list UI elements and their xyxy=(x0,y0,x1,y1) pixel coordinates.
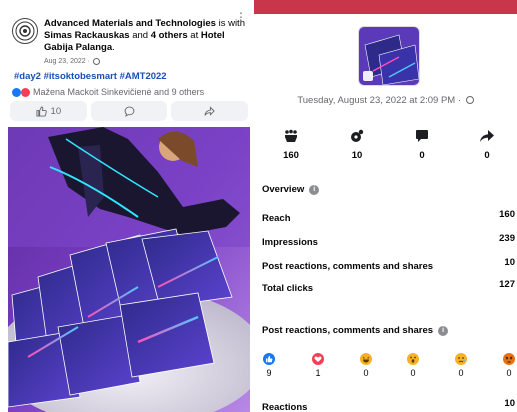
wow-reaction-icon xyxy=(407,353,419,365)
metric-label: Post reactions, comments and shares xyxy=(262,261,434,272)
hashtags-link[interactable]: #day2 #itsoktobesmart #AMT2022 xyxy=(14,71,167,82)
overview-title: Overview xyxy=(262,184,305,195)
tagged-person-link[interactable]: Simas Rackauskas xyxy=(44,30,130,41)
reactions-total: 10 xyxy=(504,398,515,409)
stat-comments-value: 0 xyxy=(419,150,425,161)
engagement-icon xyxy=(337,128,377,144)
reaction-sad: 0 xyxy=(449,353,473,378)
stat-reach: 160 xyxy=(271,128,311,161)
info-icon[interactable]: i xyxy=(438,325,449,336)
like-reaction-icon xyxy=(263,353,275,365)
reaction-angry: 0 xyxy=(497,353,517,378)
metric-total-clicks: Total clicks 127 xyxy=(262,279,517,297)
post-thumbnail[interactable] xyxy=(358,26,420,86)
comment-bubble-icon xyxy=(402,128,442,144)
metric-value: 127 xyxy=(499,279,515,290)
facebook-post: Advanced Materials and Technologies is w… xyxy=(0,0,254,412)
screenshot-root: Advanced Materials and Technologies is w… xyxy=(0,0,517,412)
info-icon[interactable]: i xyxy=(309,184,320,195)
breakdown-heading: Post reactions, comments and shares i xyxy=(262,325,449,336)
love-reaction-icon xyxy=(312,353,324,365)
overview-heading: Overview i xyxy=(262,184,320,195)
metric-impressions: Impressions 239 xyxy=(262,233,517,251)
reaction-love-count: 1 xyxy=(315,368,321,378)
metric-label: Impressions xyxy=(262,237,318,248)
reaction-sad-count: 0 xyxy=(458,368,464,378)
share-arrow-icon xyxy=(467,128,507,144)
metric-post-reactions: Post reactions, comments and shares 10 xyxy=(262,257,517,275)
at-text: at xyxy=(187,30,201,41)
metric-value: 10 xyxy=(504,257,515,268)
author-name-link[interactable]: Advanced Materials and Technologies xyxy=(44,18,216,29)
comment-button[interactable] xyxy=(90,101,168,121)
reaction-wow: 0 xyxy=(401,353,425,378)
love-reaction-mini-icon xyxy=(21,87,30,97)
metric-value: 160 xyxy=(499,209,515,220)
reaction-wow-count: 0 xyxy=(410,368,416,378)
metric-reactions: Reactions 10 xyxy=(262,398,517,412)
sad-reaction-icon xyxy=(455,353,467,365)
reaction-love: 1 xyxy=(306,353,330,378)
post-insights-panel: Tuesday, August 23, 2022 at 2:09 PM · 16… xyxy=(254,0,517,412)
reactors-text: Mažena Mackoit Sinkevičienė and 9 others xyxy=(33,87,205,97)
insight-datetime-text: Tuesday, August 23, 2022 at 2:09 PM · xyxy=(297,95,462,106)
stat-engagement: 10 xyxy=(337,128,377,161)
more-options-icon[interactable]: ⋮ xyxy=(235,11,248,23)
stat-shares-value: 0 xyxy=(484,150,490,161)
stat-comments: 0 xyxy=(402,128,442,161)
others-link[interactable]: 4 others xyxy=(151,30,188,41)
like-icon xyxy=(36,105,47,117)
reaction-haha-count: 0 xyxy=(363,368,369,378)
comment-icon xyxy=(124,106,134,117)
metric-reach: Reach 160 xyxy=(262,209,517,227)
post-author-line: Advanced Materials and Technologies is w… xyxy=(44,18,248,54)
post-actions: 10 xyxy=(10,101,249,121)
share-icon xyxy=(204,105,215,116)
like-count: 10 xyxy=(50,105,62,117)
like-button[interactable]: 10 xyxy=(10,101,87,121)
reactions-label: Reactions xyxy=(262,402,308,412)
share-button[interactable] xyxy=(171,101,249,121)
haha-reaction-icon xyxy=(360,353,372,365)
header-accent-bar xyxy=(254,0,517,14)
reaction-like-count: 9 xyxy=(266,368,272,378)
breakdown-title: Post reactions, comments and shares xyxy=(262,325,434,336)
reaction-angry-count: 0 xyxy=(506,368,512,378)
stat-shares: 0 xyxy=(467,128,507,161)
period-text: . xyxy=(112,42,115,53)
reactors-summary[interactable]: Mažena Mackoit Sinkevičienė and 9 others xyxy=(12,87,204,97)
metric-label: Total clicks xyxy=(262,283,314,294)
stat-engagement-value: 10 xyxy=(351,150,363,161)
angry-reaction-icon xyxy=(503,353,515,365)
globe-icon xyxy=(465,96,474,105)
insight-datetime: Tuesday, August 23, 2022 at 2:09 PM · xyxy=(254,95,517,106)
globe-icon xyxy=(92,58,100,65)
like-reaction-mini-icon xyxy=(12,87,21,97)
metric-label: Reach xyxy=(262,213,291,224)
and-text: and xyxy=(129,30,151,41)
stat-reach-value: 160 xyxy=(283,150,299,161)
amt-logo-icon[interactable] xyxy=(12,18,38,44)
post-photo[interactable] xyxy=(8,127,250,412)
post-date-text[interactable]: Aug 23, 2022 · xyxy=(44,58,90,65)
reaction-like: 9 xyxy=(257,353,281,378)
metric-value: 239 xyxy=(499,233,515,244)
post-date: Aug 23, 2022 · xyxy=(44,58,100,65)
reach-crowd-icon xyxy=(271,128,311,144)
reaction-haha: 0 xyxy=(354,353,378,378)
